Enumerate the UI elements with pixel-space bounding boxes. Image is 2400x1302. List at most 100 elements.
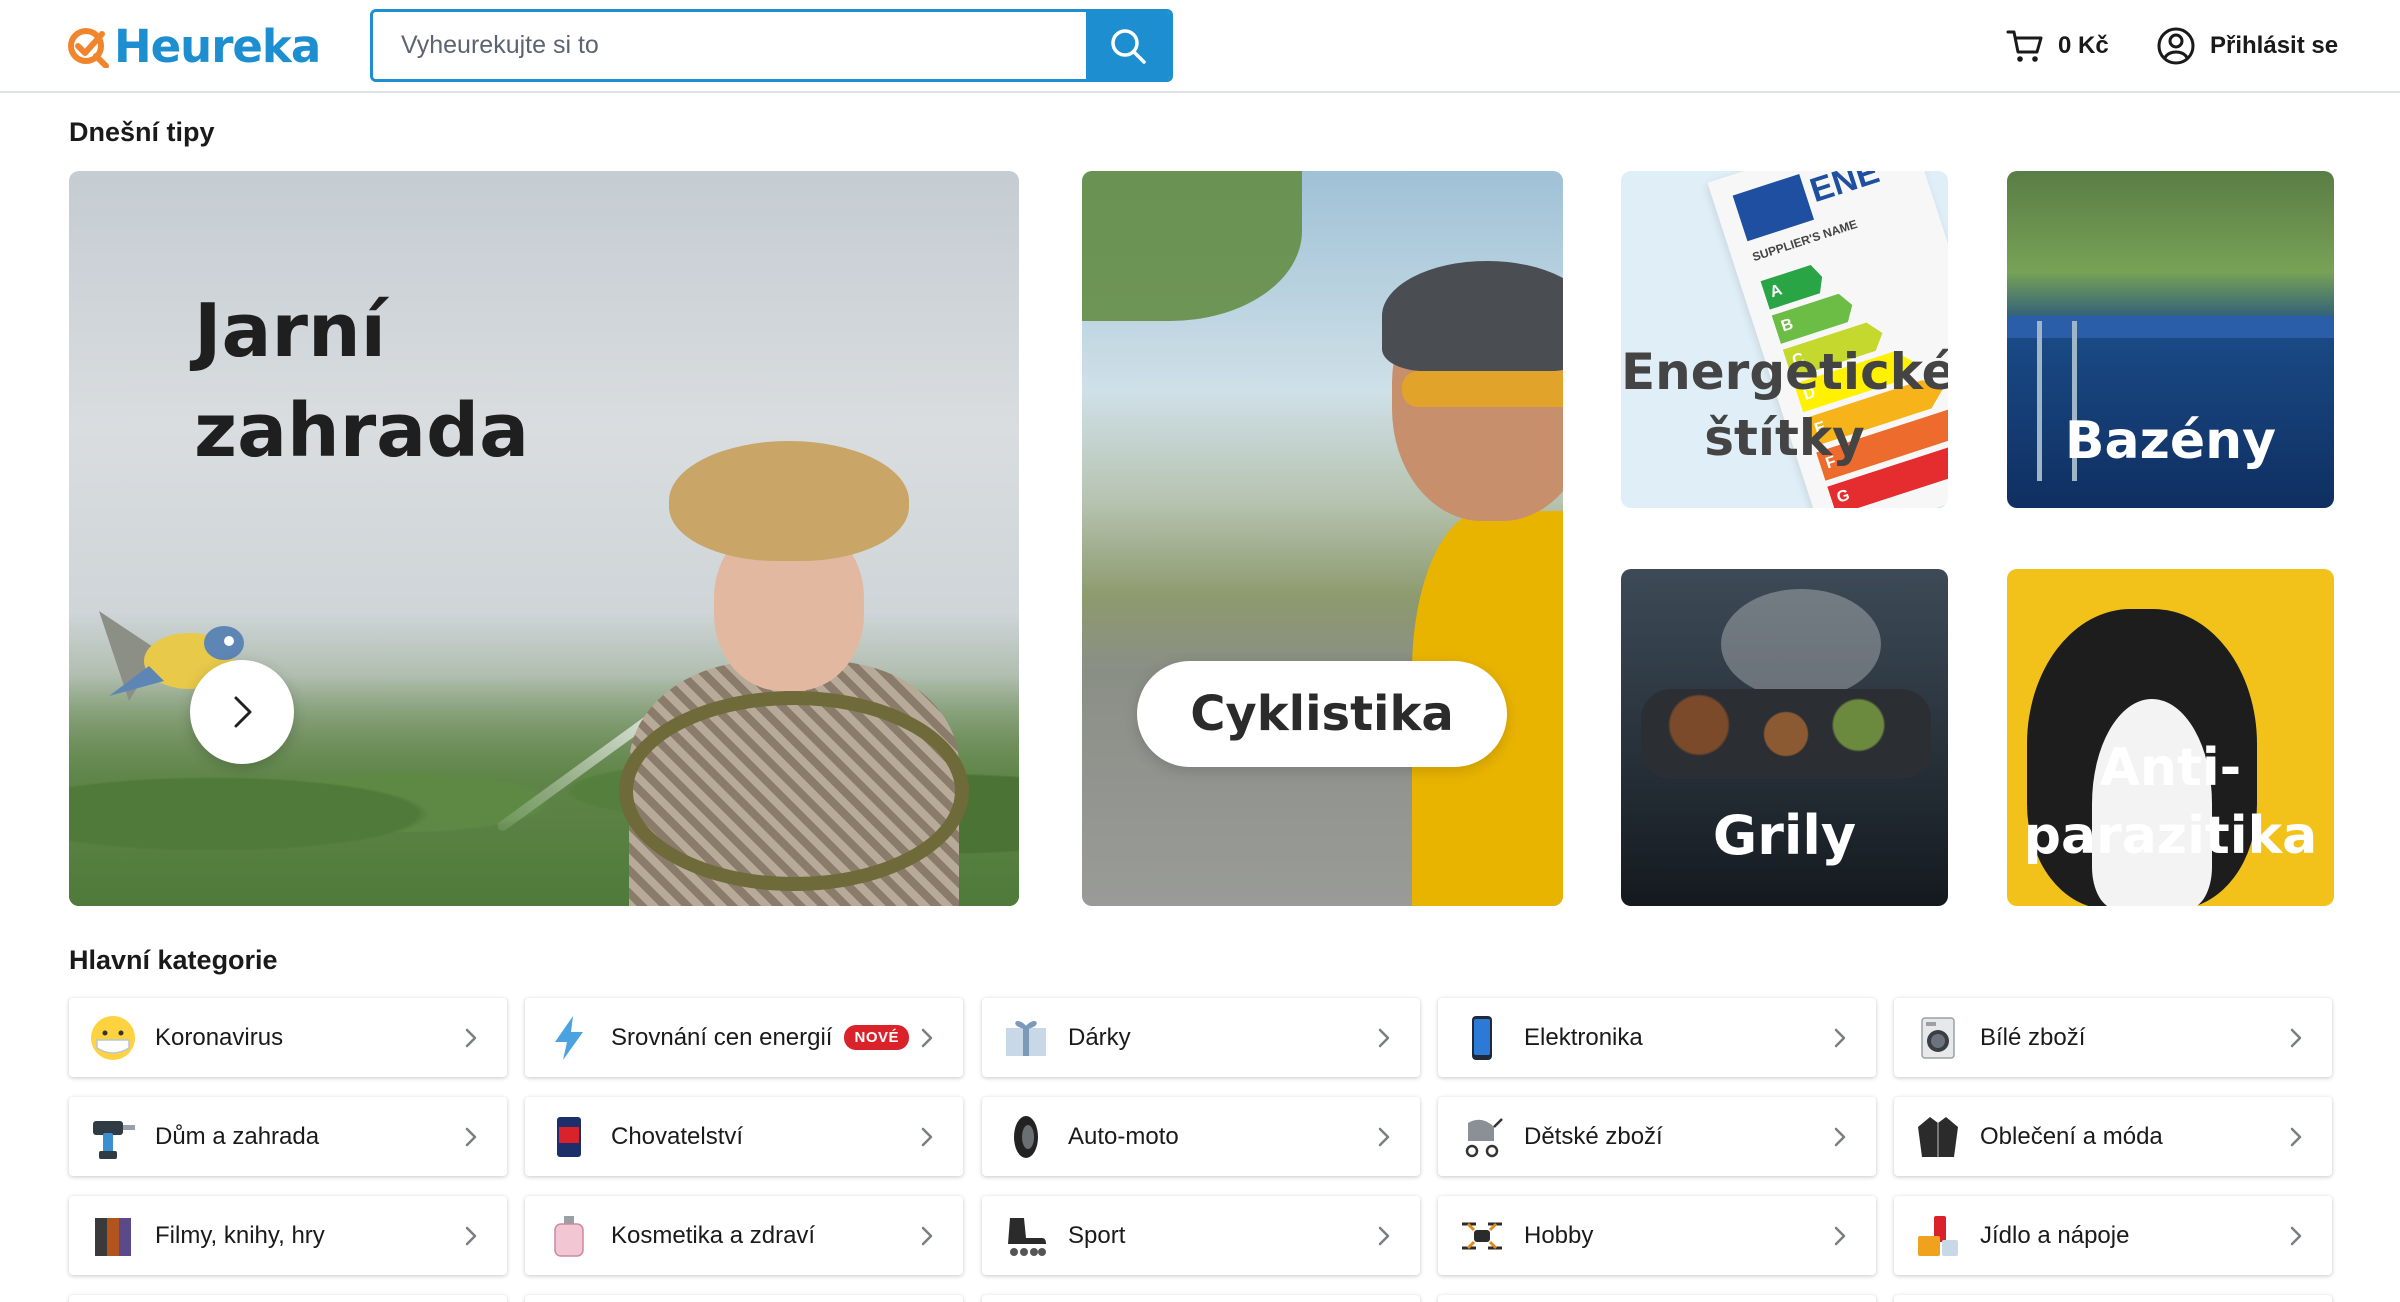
top-header: Heureka 0 Kč Přihlásit se	[0, 0, 2400, 93]
login-label: Přihlásit se	[2210, 32, 2339, 59]
chevron-right-icon	[465, 1226, 477, 1246]
category-cosmetics-health[interactable]: Kosmetika a zdraví	[525, 1196, 963, 1275]
skate-icon	[1000, 1210, 1052, 1262]
chevron-right-icon	[465, 1028, 477, 1048]
chevron-right-icon	[1378, 1226, 1390, 1246]
category-label: Bílé zboží	[1980, 1023, 2086, 1051]
chevron-right-icon	[1378, 1028, 1390, 1048]
perfume-icon	[543, 1210, 595, 1262]
energy-sheet-heading: ENE	[1805, 171, 1884, 211]
category-label: Koronavirus	[155, 1023, 284, 1051]
category-energy-prices[interactable]: Srovnání cen energií NOVÉ	[525, 998, 963, 1077]
chevron-right-icon	[921, 1127, 933, 1147]
lightning-icon	[543, 1012, 595, 1064]
tire-icon	[1000, 1111, 1052, 1163]
category-label: Kosmetika a zdraví	[611, 1221, 816, 1249]
energy-grade-a: A	[1767, 281, 1785, 302]
category-row-partial	[1894, 1295, 2332, 1302]
category-label: Elektronika	[1524, 1023, 1643, 1051]
chevron-right-icon	[2290, 1028, 2302, 1048]
main-categories-title: Hlavní kategorie	[69, 945, 278, 975]
category-electronics[interactable]: Elektronika	[1438, 998, 1876, 1077]
category-label: Dětské zboží	[1524, 1122, 1663, 1150]
category-gifts[interactable]: Dárky	[982, 998, 1420, 1077]
category-row-partial	[525, 1295, 963, 1302]
heureka-logo[interactable]: Heureka	[66, 18, 321, 74]
category-label: Sport	[1068, 1221, 1126, 1249]
tip-card-cycling[interactable]: Cyklistika	[1082, 171, 1563, 906]
grill-food-image	[1641, 689, 1931, 779]
jacket-icon	[1912, 1111, 1964, 1163]
washing-machine-icon	[1912, 1012, 1964, 1064]
category-hobby[interactable]: Hobby	[1438, 1196, 1876, 1275]
energy-labels-label: Energetické štítky	[1621, 343, 1948, 467]
tip-card-spring-garden[interactable]: Jarní zahrada	[69, 171, 1019, 906]
category-row-partial	[1438, 1295, 1876, 1302]
chevron-right-icon	[234, 696, 252, 728]
cyclist-helmet-image	[1382, 261, 1563, 371]
gift-icon	[1000, 1012, 1052, 1064]
food-icon	[1912, 1210, 1964, 1262]
category-label: Jídlo a nápoje	[1980, 1221, 2130, 1249]
tip-card-grills[interactable]: Grily	[1621, 569, 1948, 906]
eu-flag-icon	[1732, 173, 1815, 242]
category-fashion[interactable]: Oblečení a móda	[1894, 1097, 2332, 1176]
grill-smoke-image	[1721, 589, 1881, 699]
category-pets[interactable]: Chovatelství	[525, 1097, 963, 1176]
cart-icon	[2006, 30, 2043, 62]
search-button[interactable]	[1086, 12, 1170, 79]
category-sport[interactable]: Sport	[982, 1196, 1420, 1275]
category-appliances[interactable]: Bílé zboží	[1894, 998, 2332, 1077]
category-auto-moto[interactable]: Auto-moto	[982, 1097, 1420, 1176]
user-icon	[2157, 27, 2195, 65]
face-mask-icon	[87, 1012, 139, 1064]
stroller-icon	[1456, 1111, 1508, 1163]
search-input[interactable]	[373, 12, 1086, 79]
chevron-right-icon	[1834, 1028, 1846, 1048]
chevron-right-icon	[465, 1127, 477, 1147]
cyclist-glasses-image	[1402, 371, 1563, 407]
energy-grade-g: G	[1834, 486, 1852, 507]
category-label: Hobby	[1524, 1221, 1594, 1249]
login-button[interactable]: Přihlásit se	[2156, 22, 2338, 70]
todays-tips-title: Dnešní tipy	[69, 117, 215, 147]
search-icon	[1111, 28, 1146, 64]
smartphone-icon	[1456, 1012, 1508, 1064]
cart-button[interactable]: 0 Kč	[2006, 22, 2109, 70]
antiparasitic-label: Anti- parazitika	[2023, 738, 2318, 866]
chevron-right-icon	[1378, 1127, 1390, 1147]
tip-card-energy-labels[interactable]: ENE SUPPLIER'S NAME A B C D E F G Energe…	[1621, 171, 1948, 508]
category-label: Dům a zahrada	[155, 1122, 320, 1150]
cart-total: 0 Kč	[2058, 32, 2109, 59]
category-movies-books-games[interactable]: Filmy, knihy, hry	[69, 1196, 507, 1275]
tip-card-antiparasitic[interactable]: Anti- parazitika	[2007, 569, 2334, 906]
search-bar	[370, 9, 1173, 82]
category-label: Chovatelství	[611, 1122, 744, 1150]
grills-label: Grily	[1712, 804, 1857, 867]
category-label: Filmy, knihy, hry	[155, 1221, 325, 1249]
category-row-partial	[982, 1295, 1420, 1302]
category-label: Dárky	[1068, 1023, 1131, 1051]
drone-icon	[1456, 1210, 1508, 1262]
energy-grade-b: B	[1779, 315, 1796, 336]
chevron-right-icon	[1834, 1127, 1846, 1147]
new-badge: NOVÉ	[844, 1025, 909, 1050]
books-icon	[87, 1210, 139, 1262]
logo-text: Heureka	[114, 19, 321, 73]
hero-title: Jarní zahrada	[194, 288, 530, 474]
chevron-right-icon	[921, 1028, 933, 1048]
cycling-label: Cyklistika	[1137, 661, 1507, 767]
category-row-partial	[69, 1295, 507, 1302]
chevron-right-icon	[1834, 1226, 1846, 1246]
carousel-next-button[interactable]	[190, 660, 294, 764]
chevron-right-icon	[2290, 1127, 2302, 1147]
category-label: Oblečení a móda	[1980, 1122, 2163, 1150]
category-home-garden[interactable]: Dům a zahrada	[69, 1097, 507, 1176]
logo-check-icon	[68, 28, 109, 68]
chevron-right-icon	[921, 1226, 933, 1246]
category-koronavirus[interactable]: Koronavirus	[69, 998, 507, 1077]
tip-card-pools[interactable]: Bazény	[2007, 171, 2334, 508]
category-kids[interactable]: Dětské zboží	[1438, 1097, 1876, 1176]
hero-gardener-image	[609, 441, 979, 906]
category-food-drinks[interactable]: Jídlo a nápoje	[1894, 1196, 2332, 1275]
